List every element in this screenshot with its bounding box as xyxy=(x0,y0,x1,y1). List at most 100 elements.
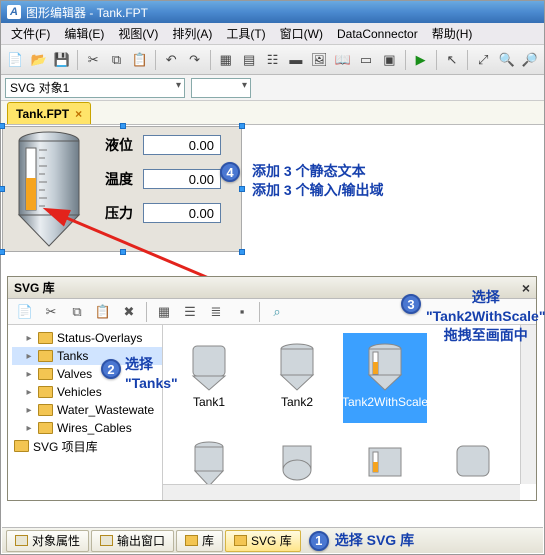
gallery-item[interactable]: Tank2 xyxy=(255,333,339,423)
tree-label: SVG 项目库 xyxy=(33,438,98,455)
tab-object-properties[interactable]: 对象属性 xyxy=(6,530,89,552)
gallery-item[interactable] xyxy=(431,431,515,484)
folder-icon xyxy=(38,368,53,380)
copy-icon[interactable]: ⧉ xyxy=(106,49,126,71)
menu-view[interactable]: 视图(V) xyxy=(112,23,164,44)
menu-file[interactable]: 文件(F) xyxy=(5,23,56,44)
tree-label: Valves xyxy=(57,367,92,381)
open-icon[interactable]: 📂 xyxy=(28,49,48,71)
paste-icon[interactable]: 📋 xyxy=(130,49,150,71)
gallery-scrollbar-h[interactable] xyxy=(163,484,520,500)
resize-handle[interactable] xyxy=(0,249,5,255)
menu-arrange[interactable]: 排列(A) xyxy=(166,23,218,44)
input-level[interactable] xyxy=(143,135,221,155)
lib-view-detail-icon[interactable]: ≣ xyxy=(205,301,227,323)
tree-label: Water_Wastewate xyxy=(57,403,154,417)
marker-3-line2: "Tank2WithScale" xyxy=(426,307,545,326)
gallery-item[interactable]: Tank1 xyxy=(167,333,251,423)
input-pressure[interactable] xyxy=(143,203,221,223)
resize-handle[interactable] xyxy=(239,249,245,255)
marker-2: 2 xyxy=(101,359,121,379)
menu-tools[interactable]: 工具(T) xyxy=(220,23,271,44)
lib-delete-icon[interactable]: ✖ xyxy=(118,301,140,323)
resize-handle[interactable] xyxy=(239,186,245,192)
document-tab-label: Tank.FPT xyxy=(16,107,69,121)
lib-new-icon[interactable]: 📄 xyxy=(14,301,36,323)
folder-icon xyxy=(15,535,28,546)
window-icon[interactable]: ▣ xyxy=(379,49,399,71)
library-tree[interactable]: ▸Status-Overlays ▸Tanks ▸Valves ▸Vehicle… xyxy=(8,325,163,500)
run-icon[interactable]: ▶ xyxy=(410,49,430,71)
menu-dataconnector[interactable]: DataConnector xyxy=(331,25,424,43)
folder-icon xyxy=(234,535,247,546)
layers-icon[interactable]: ☷ xyxy=(262,49,282,71)
marker-3-text: 选择 "Tank2WithScale" 拖拽至画面中 xyxy=(426,288,545,345)
lib-cut-icon[interactable]: ✂ xyxy=(40,301,62,323)
menu-window[interactable]: 窗口(W) xyxy=(274,23,329,44)
zoomin-icon[interactable]: 🔍 xyxy=(496,49,516,71)
resize-handle[interactable] xyxy=(0,123,5,129)
object-selector[interactable]: SVG 对象1 xyxy=(5,78,185,98)
library-gallery[interactable]: Tank1 Tank2 Tank2WithScale xyxy=(163,325,520,484)
save-icon[interactable]: 💾 xyxy=(52,49,72,71)
lib-copy-icon[interactable]: ⧉ xyxy=(66,301,88,323)
toolbar-sep xyxy=(405,50,406,70)
resize-handle[interactable] xyxy=(239,123,245,129)
grid-icon[interactable]: ▤ xyxy=(239,49,259,71)
tank-graphic[interactable] xyxy=(13,130,85,250)
gallery-item-label: Tank1 xyxy=(193,396,225,409)
folder-icon xyxy=(38,386,53,398)
undo-icon[interactable]: ↶ xyxy=(161,49,181,71)
thumb-icon xyxy=(443,436,503,484)
library-body: ▸Status-Overlays ▸Tanks ▸Valves ▸Vehicle… xyxy=(8,325,536,500)
menu-help[interactable]: 帮助(H) xyxy=(426,23,479,44)
document-tab[interactable]: Tank.FPT × xyxy=(7,102,91,124)
tree-item[interactable]: ▸Wires_Cables xyxy=(12,419,162,437)
resize-handle[interactable] xyxy=(120,249,126,255)
thumb-icon xyxy=(267,338,327,394)
palette-icon[interactable]: ▭ xyxy=(356,49,376,71)
label-level: 液位 xyxy=(97,135,133,155)
lib-view-list-icon[interactable]: ☰ xyxy=(179,301,201,323)
menu-edit[interactable]: 编辑(E) xyxy=(58,23,110,44)
tab-close-icon[interactable]: × xyxy=(75,107,82,121)
tab-output-window[interactable]: 输出窗口 xyxy=(91,530,174,552)
book-icon[interactable]: 📖 xyxy=(332,49,352,71)
lib-view-large-icon[interactable]: ▦ xyxy=(153,301,175,323)
input-temp[interactable] xyxy=(143,169,221,189)
new-icon[interactable]: 📄 xyxy=(5,49,25,71)
gallery-item[interactable] xyxy=(167,431,251,484)
cut-icon[interactable]: ✂ xyxy=(83,49,103,71)
align-icon[interactable]: ▬ xyxy=(286,49,306,71)
toolbar-sep xyxy=(77,50,78,70)
tree-root[interactable]: SVG 项目库 xyxy=(12,437,162,455)
redo-icon[interactable]: ↷ xyxy=(184,49,204,71)
library-title: SVG 库 xyxy=(14,279,55,296)
gallery-item[interactable] xyxy=(255,431,339,484)
label-pressure: 压力 xyxy=(97,203,133,223)
zoomfit-icon[interactable]: ⤢ xyxy=(473,49,493,71)
lib-view-small-icon[interactable]: ▪ xyxy=(231,301,253,323)
table-icon[interactable]: ▦ xyxy=(216,49,236,71)
gallery-scrollbar-v[interactable] xyxy=(520,325,536,484)
gallery-item[interactable] xyxy=(343,431,427,484)
tab-library[interactable]: 库 xyxy=(176,530,223,552)
marker-3: 3 xyxy=(401,294,421,314)
tree-item[interactable]: ▸Water_Wastewate xyxy=(12,401,162,419)
field-row: 液位 xyxy=(97,135,221,155)
image-icon[interactable]: 🖼 xyxy=(309,49,329,71)
pointer-icon[interactable]: ↖ xyxy=(442,49,462,71)
gallery-item-tank2withscale[interactable]: Tank2WithScale xyxy=(343,333,427,423)
tab-svg-library[interactable]: SVG 库 xyxy=(225,530,301,552)
canvas-object[interactable]: 液位 温度 压力 xyxy=(2,126,242,252)
lib-paste-icon[interactable]: 📋 xyxy=(92,301,114,323)
field-row: 压力 xyxy=(97,203,221,223)
tree-item[interactable]: ▸Status-Overlays xyxy=(12,329,162,347)
zoom-combo[interactable] xyxy=(191,78,251,98)
marker-2-text: 选择 "Tanks" xyxy=(125,355,178,393)
lib-find-icon[interactable]: ⌕ xyxy=(266,301,288,323)
resize-handle[interactable] xyxy=(120,123,126,129)
resize-handle[interactable] xyxy=(0,186,5,192)
zoomout-icon[interactable]: 🔎 xyxy=(520,49,540,71)
marker-4: 4 xyxy=(220,162,240,182)
